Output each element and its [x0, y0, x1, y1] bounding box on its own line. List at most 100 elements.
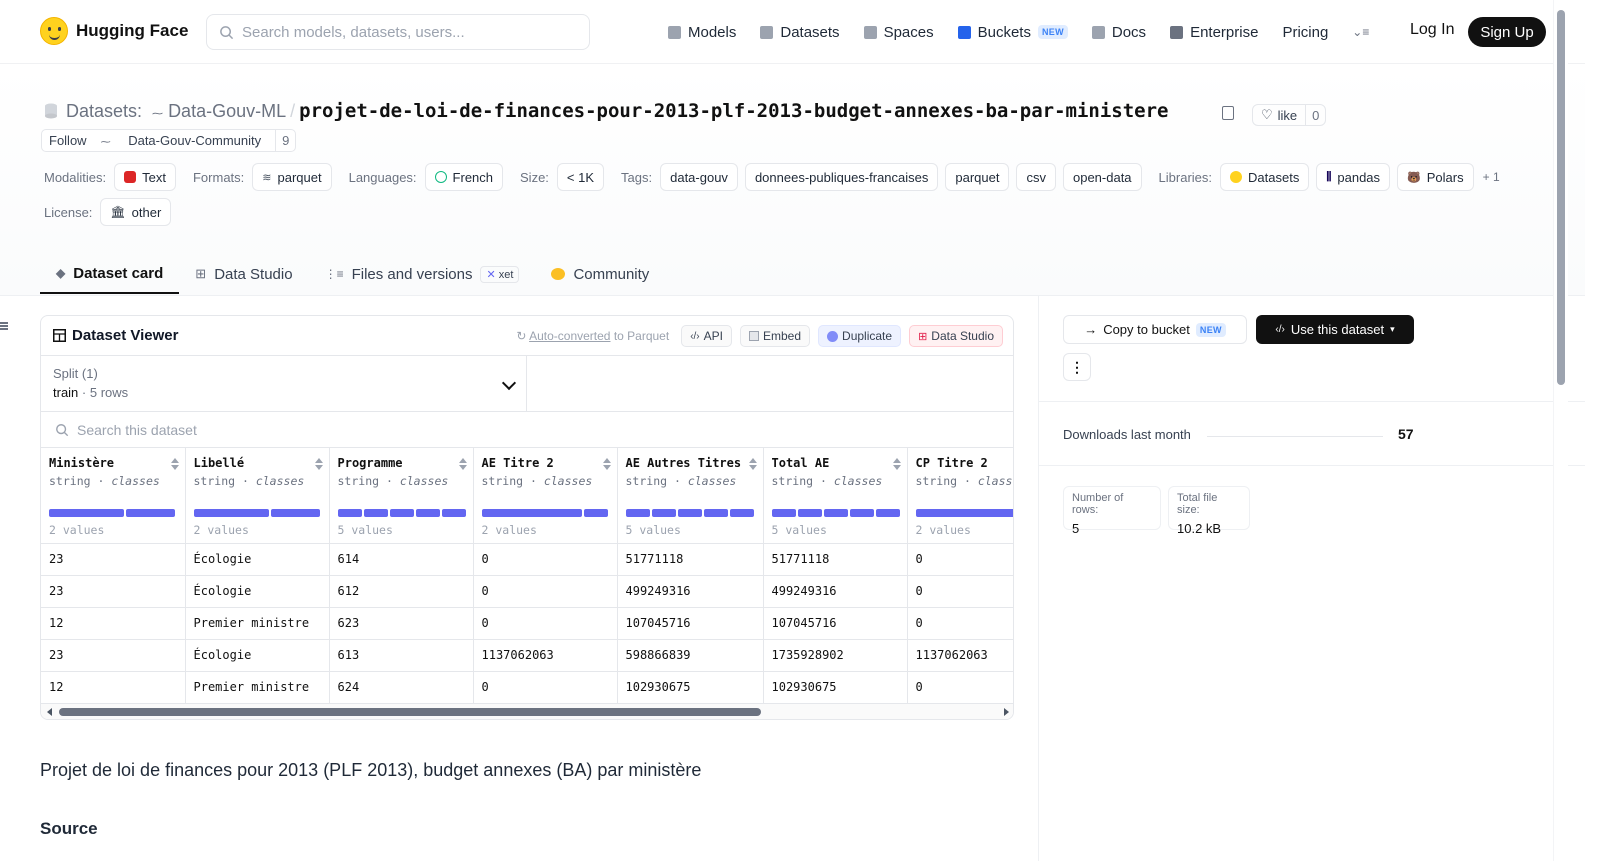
sort-icon[interactable]	[314, 458, 323, 470]
histogram-bar[interactable]	[441, 509, 466, 517]
tag-item[interactable]: csv	[1016, 163, 1056, 191]
table-row[interactable]: 23 Écologie 613 1137062063 598866839 17359289…	[41, 639, 1013, 672]
org-link[interactable]: ⁓ Data-Gouv-ML	[152, 101, 286, 122]
embed-button[interactable]: Embed	[740, 325, 811, 347]
brand-logo[interactable]: Hugging Face	[40, 17, 188, 45]
like-button[interactable]: ♡ like 0	[1252, 104, 1327, 126]
sidebar-toggle-icon[interactable]	[0, 320, 8, 332]
nav-docs[interactable]: Docs	[1091, 24, 1146, 41]
downloads-label: Downloads last month	[1063, 427, 1191, 442]
histogram-bar[interactable]	[270, 509, 320, 517]
column-header[interactable]: Programme string · classes 5 values	[329, 448, 474, 544]
datasets-prefix[interactable]: Datasets:	[66, 101, 142, 122]
sort-icon[interactable]	[602, 458, 611, 470]
data-studio-button[interactable]: ⊞ Data Studio	[909, 325, 1003, 347]
copy-icon[interactable]	[1222, 106, 1234, 120]
use-this-dataset-button[interactable]: ‹/› Use this dataset ▾	[1256, 315, 1414, 344]
table-row[interactable]: 12 Premier ministre 623 0 107045716 107045716…	[41, 607, 1013, 640]
nav-buckets[interactable]: Buckets NEW	[957, 24, 1068, 41]
more-options-button[interactable]: ⋮	[1063, 353, 1091, 381]
signup-button[interactable]: Sign Up	[1468, 17, 1546, 47]
page-scrollbar[interactable]	[1553, 0, 1568, 861]
global-search-input[interactable]	[242, 23, 572, 41]
more-menu-icon[interactable]: ⌄≡	[1352, 25, 1369, 39]
table-row[interactable]: 23 Écologie 614 0 51771118 51771118 0	[41, 543, 1013, 576]
column-header[interactable]: CP Titre 2 string · classes 2 values	[907, 448, 1013, 544]
histogram-bar[interactable]	[915, 509, 1013, 517]
tag-item[interactable]: parquet	[945, 163, 1010, 191]
tag-library-pandas[interactable]: ⫼ pandas	[1316, 163, 1391, 191]
tag-item[interactable]: data-gouv	[660, 163, 738, 191]
histogram-bar[interactable]	[49, 509, 124, 517]
viewer-search[interactable]	[41, 412, 1013, 448]
histogram-bar[interactable]	[481, 509, 582, 517]
histogram-bar[interactable]	[823, 509, 848, 517]
copy-to-bucket-button[interactable]: → Copy to bucket NEW	[1063, 315, 1247, 344]
column-header[interactable]: AE Titre 2 string · classes 2 values	[473, 448, 618, 544]
histogram-bar[interactable]	[677, 509, 702, 517]
histogram-bar[interactable]	[797, 509, 822, 517]
split-selector[interactable]: Split (1) train · 5 rows	[41, 356, 527, 411]
chevron-down-icon: ▾	[1390, 324, 1395, 334]
follow-button[interactable]: Follow ⁓ Data-Gouv-Community 9	[41, 129, 297, 152]
tag-format-parquet[interactable]: ≋ parquet	[252, 163, 332, 191]
histogram-bar[interactable]	[389, 509, 414, 517]
tag-license[interactable]: 🏛 other	[100, 198, 172, 226]
scroll-left-arrow-icon[interactable]	[47, 708, 52, 716]
nav-spaces[interactable]: Spaces	[863, 24, 934, 41]
histogram-bar[interactable]	[875, 509, 900, 517]
histogram-bar[interactable]	[625, 509, 650, 517]
tab-dataset-card[interactable]: ◆ Dataset card	[40, 254, 180, 294]
sort-icon[interactable]	[458, 458, 467, 470]
global-search[interactable]	[206, 14, 590, 50]
tag-modality-text[interactable]: Text	[114, 163, 176, 191]
login-link[interactable]: Log In	[1410, 21, 1454, 39]
api-button[interactable]: ‹/› API	[681, 325, 732, 347]
table-row[interactable]: 23 Écologie 612 0 499249316 499249316 0	[41, 575, 1013, 608]
scrollbar-thumb[interactable]	[59, 708, 761, 716]
histogram-bar[interactable]	[193, 509, 269, 517]
histogram-bar[interactable]	[126, 509, 175, 517]
libraries-more[interactable]: + 1	[1483, 170, 1500, 184]
tab-community[interactable]: Community	[535, 254, 665, 294]
tag-library-datasets[interactable]: Datasets	[1220, 163, 1310, 191]
tag-item[interactable]: open-data	[1062, 163, 1142, 191]
tag-item[interactable]: donnees-publiques-francaises	[744, 163, 939, 191]
column-header[interactable]: Ministère string · classes 2 values	[41, 448, 186, 544]
scroll-right-arrow-icon[interactable]	[1004, 708, 1009, 716]
table-row[interactable]: 12 Premier ministre 624 0 102930675 102930675…	[41, 671, 1013, 704]
dataset-name[interactable]: projet-de-loi-de-finances-pour-2013-plf-…	[299, 100, 1168, 122]
nav-datasets[interactable]: Datasets	[760, 24, 840, 41]
nav-models[interactable]: Models	[668, 24, 736, 41]
tab-label: Files and versions	[351, 265, 473, 283]
tab-files-and-versions[interactable]: ⋮≡ Files and versions ✕ xet	[309, 254, 536, 294]
sort-icon[interactable]	[748, 458, 757, 470]
histogram-bar[interactable]	[729, 509, 754, 517]
tag-language-french[interactable]: French	[424, 163, 504, 191]
page-scrollbar-thumb[interactable]	[1557, 10, 1565, 385]
histogram-bar[interactable]	[771, 509, 796, 517]
sort-icon[interactable]	[892, 458, 901, 470]
horizontal-scrollbar[interactable]	[41, 703, 1013, 719]
column-header[interactable]: Total AE string · classes 5 values	[763, 448, 908, 544]
nav-pricing[interactable]: Pricing	[1282, 24, 1328, 41]
viewer-search-input[interactable]	[77, 421, 477, 438]
histogram-bar[interactable]	[415, 509, 440, 517]
languages-label: Languages:	[348, 169, 417, 185]
auto-converted-link[interactable]: Auto-converted	[529, 329, 610, 343]
sort-icon[interactable]	[170, 458, 179, 470]
column-header[interactable]: AE Autres Titres string · classes 5 values	[617, 448, 764, 544]
column-kind: classes	[833, 474, 883, 488]
tag-library-polars[interactable]: 🐻 Polars	[1397, 163, 1474, 191]
histogram-bar[interactable]	[703, 509, 728, 517]
nav-enterprise[interactable]: Enterprise	[1170, 24, 1258, 41]
column-header[interactable]: Libellé string · classes 2 values	[185, 448, 330, 544]
histogram-bar[interactable]	[337, 509, 362, 517]
tag-size[interactable]: < 1K	[556, 163, 605, 191]
histogram-bar[interactable]	[849, 509, 874, 517]
tab-data-studio[interactable]: ⊞ Data Studio	[179, 254, 308, 294]
histogram-bar[interactable]	[363, 509, 388, 517]
histogram-bar[interactable]	[651, 509, 676, 517]
histogram-bar[interactable]	[583, 509, 608, 517]
duplicate-button[interactable]: Duplicate	[818, 325, 902, 347]
